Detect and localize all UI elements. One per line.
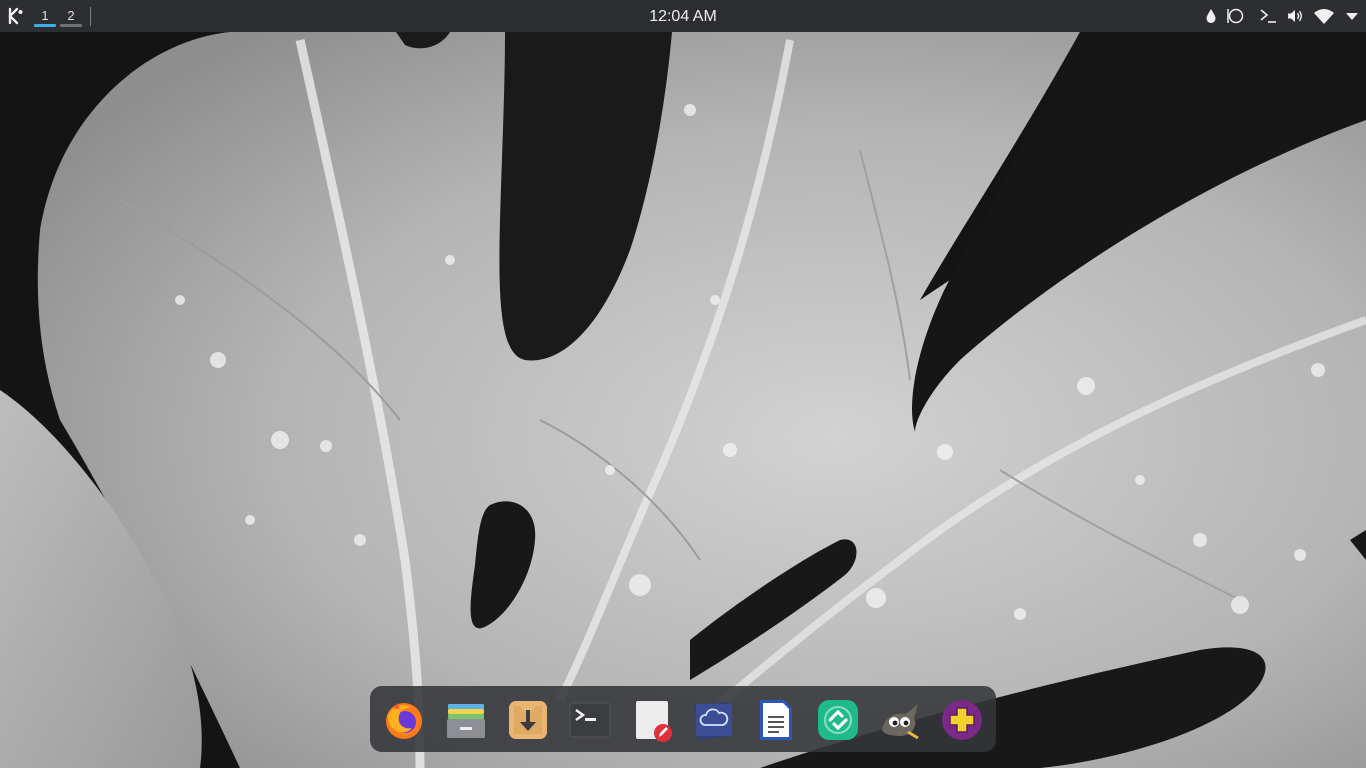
- desktop-indicator: [60, 24, 82, 27]
- terminal-icon[interactable]: [568, 698, 612, 742]
- digital-clock[interactable]: 12:04 AM: [583, 0, 783, 32]
- virtual-desktop-label: 2: [67, 8, 75, 23]
- text-editor-icon[interactable]: [630, 698, 674, 742]
- app-store-icon[interactable]: [940, 698, 984, 742]
- terminal-icon[interactable]: [1259, 7, 1277, 25]
- sync-app-icon[interactable]: [816, 698, 860, 742]
- virtual-desktop-2[interactable]: 2: [60, 7, 82, 27]
- gimp-icon[interactable]: [878, 698, 922, 742]
- firefox-icon[interactable]: [382, 698, 426, 742]
- downloader-icon[interactable]: [506, 698, 550, 742]
- document-writer-icon[interactable]: [754, 698, 798, 742]
- desktop-wallpaper: [0, 0, 1366, 768]
- virtual-desktop-label: 1: [41, 8, 49, 23]
- volume-icon[interactable]: [1286, 7, 1304, 25]
- file-manager-icon[interactable]: [444, 698, 488, 742]
- kde-logo-icon[interactable]: [6, 6, 26, 26]
- tray-expand-icon[interactable]: [1343, 7, 1361, 25]
- color-picker-icon[interactable]: [1202, 7, 1220, 25]
- night-light-icon[interactable]: [1226, 7, 1244, 25]
- active-desktop-indicator: [34, 24, 56, 27]
- dock: [370, 686, 996, 752]
- virtual-desktop-1[interactable]: 1: [34, 7, 56, 27]
- top-panel: 1 2 12:04 AM: [0, 0, 1366, 32]
- cloud-storage-icon[interactable]: [692, 698, 736, 742]
- wifi-icon[interactable]: [1313, 7, 1335, 25]
- panel-separator: [90, 7, 91, 26]
